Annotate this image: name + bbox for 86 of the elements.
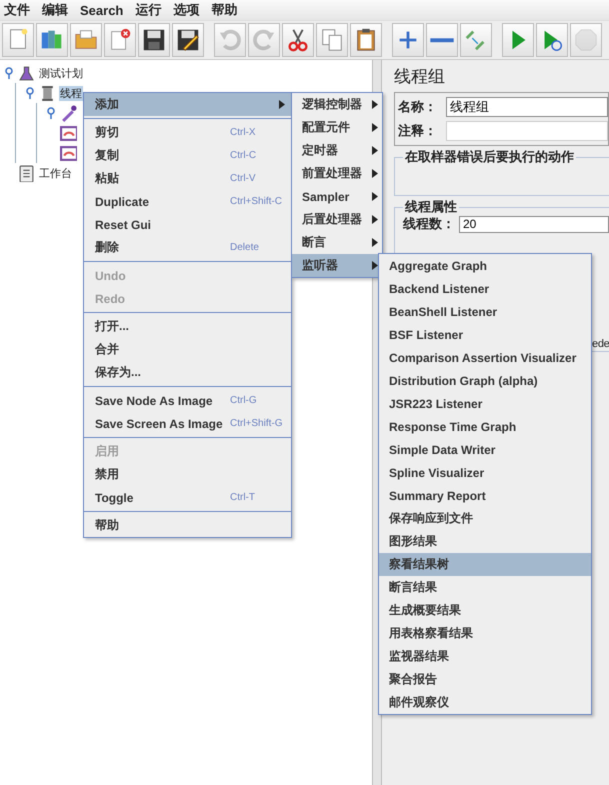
name-field[interactable]: 线程组 [446, 97, 608, 117]
menu-item[interactable]: Save Node As Image Ctrl-G [84, 389, 291, 412]
menu-item[interactable]: 打开... [84, 315, 291, 338]
paste-button[interactable] [350, 23, 382, 57]
tree-item[interactable]: 工作台 [38, 166, 73, 180]
toggle-button[interactable] [460, 23, 492, 57]
menu-item[interactable]: 合并 [84, 338, 291, 361]
menu-item[interactable]: BeanShell Listener [379, 300, 591, 323]
menu-title[interactable]: 运行 [135, 1, 162, 19]
menu-item[interactable]: 逻辑控制器 [292, 93, 382, 116]
tree-item[interactable]: 测试计划 [38, 66, 84, 80]
save-button[interactable] [138, 23, 170, 57]
menu-item[interactable]: Response Time Graph [379, 415, 591, 438]
menu-item[interactable]: 剪切 Ctrl-X [84, 121, 291, 144]
menu-item[interactable]: 用表格察看结果 [379, 622, 591, 645]
stop-icon [573, 27, 599, 53]
expand-handle-icon[interactable] [45, 107, 57, 119]
expand-button[interactable] [392, 23, 424, 57]
menu-item[interactable]: Spline Visualizer [379, 461, 591, 484]
cut-button[interactable] [282, 23, 314, 57]
menu-item[interactable]: 保存为... [84, 361, 291, 384]
undo-icon [217, 27, 243, 53]
menu-item[interactable]: 后置处理器 [292, 208, 382, 231]
menu-item[interactable]: Toggle Ctrl-T [84, 486, 291, 509]
menu-item[interactable]: 图形结果 [379, 530, 591, 553]
option-label: ede [592, 338, 609, 350]
panel-title: 线程组 [394, 66, 446, 88]
menu-item[interactable]: Save Screen As Image Ctrl+Shift-G [84, 412, 291, 435]
menu-item[interactable]: 生成概要结果 [379, 599, 591, 622]
menu-item[interactable]: 断言 [292, 231, 382, 254]
menu-item[interactable]: 保存响应到文件 [379, 507, 591, 530]
copy-button[interactable] [316, 23, 348, 57]
redo-icon [251, 27, 277, 53]
menu-item[interactable]: 配置元件 [292, 116, 382, 139]
start-button[interactable] [502, 23, 534, 57]
menu-item[interactable]: 复制 Ctrl-C [84, 144, 291, 167]
menu-item[interactable]: Backend Listener [379, 277, 591, 300]
menu-item[interactable]: 删除 Delete [84, 236, 291, 259]
comment-field[interactable] [446, 121, 608, 141]
field-label: 名称： [398, 98, 438, 116]
menu-item[interactable]: 监视器结果 [379, 645, 591, 668]
menu-item[interactable]: 前置处理器 [292, 162, 382, 185]
field-label: 注释： [398, 122, 438, 140]
menu-item[interactable]: Duplicate Ctrl+Shift-C [84, 190, 291, 213]
new-button[interactable] [2, 23, 34, 57]
menu-item[interactable]: Aggregate Graph [379, 254, 591, 277]
flask-icon [18, 64, 35, 82]
expand-handle-icon[interactable] [24, 87, 36, 99]
field-label: 线程数： [403, 215, 456, 233]
menu-item[interactable]: Distribution Graph (alpha) [379, 369, 591, 392]
menu-title[interactable]: 选项 [173, 1, 200, 19]
floppy-pencil-icon [175, 27, 201, 53]
close-button[interactable] [104, 23, 136, 57]
menu-item[interactable]: 禁用 [84, 463, 291, 486]
menu-item[interactable]: 粘贴 Ctrl-V [84, 167, 291, 190]
menu-item[interactable]: 察看结果树 [379, 553, 591, 576]
menu-item[interactable]: 邮件观察仪 [379, 691, 591, 714]
group-title: 在取样器错误后要执行的动作 [404, 150, 575, 164]
clipboard-icon [18, 164, 35, 182]
menu-title[interactable]: 帮助 [211, 1, 238, 19]
menu-item[interactable]: Simple Data Writer [379, 438, 591, 461]
menu-item[interactable]: 断言结果 [379, 576, 591, 599]
menu-item[interactable]: JSR223 Listener [379, 392, 591, 415]
templates-button[interactable] [36, 23, 68, 57]
minus-icon [429, 36, 455, 44]
group-title: 线程属性 [404, 200, 458, 214]
expand-handle-icon[interactable] [3, 67, 15, 79]
menu-item[interactable]: 添加 [84, 93, 291, 116]
menu-item[interactable]: Comparison Assertion Visualizer [379, 346, 591, 369]
menu-item[interactable]: 帮助 [84, 514, 291, 537]
menu-item[interactable]: 定时器 [292, 139, 382, 162]
menu-title[interactable]: 文件 [4, 1, 30, 19]
menu-item[interactable]: Reset Gui [84, 213, 291, 236]
menu-title[interactable]: 编辑 [42, 1, 68, 19]
menu-item[interactable]: BSF Listener [379, 323, 591, 346]
spool-icon [39, 84, 56, 102]
save-as-button[interactable] [172, 23, 204, 57]
menu-item[interactable]: Summary Report [379, 484, 591, 507]
threads-field[interactable]: 20 [459, 216, 609, 232]
menu-item[interactable]: 聚合报告 [379, 668, 591, 691]
menu-item[interactable]: Sampler [292, 185, 382, 208]
open-button[interactable] [70, 23, 102, 57]
collapse-button[interactable] [426, 23, 458, 57]
start-no-pauses-button[interactable] [536, 23, 568, 57]
menu-title[interactable]: Search [80, 2, 124, 18]
tree-item[interactable]: 线程 [59, 86, 83, 100]
